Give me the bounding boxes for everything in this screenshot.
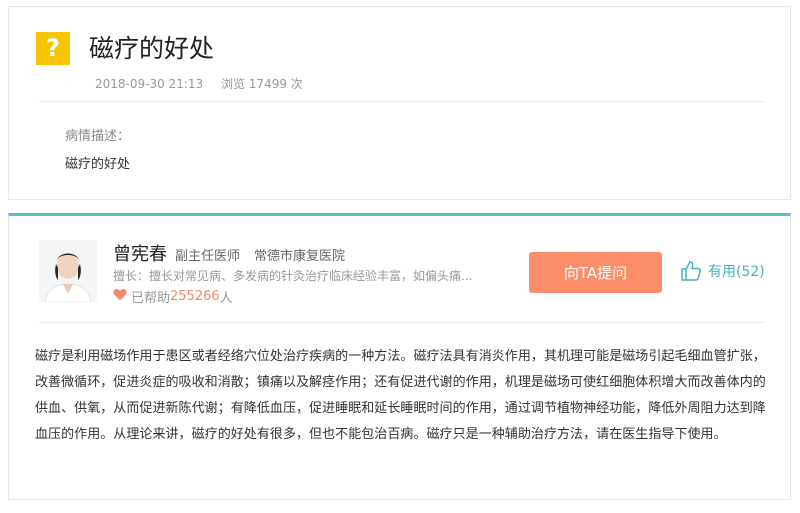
useful-button[interactable]: 有用(52) — [680, 260, 765, 282]
useful-label: 有用(52) — [708, 264, 765, 280]
description-label: 病情描述： — [65, 129, 131, 144]
question-title: 磁疗的好处 — [89, 34, 215, 63]
question-views: 浏览 17499 次 — [220, 77, 303, 91]
question-meta: 2018-09-30 21:13 浏览 17499 次 — [95, 75, 317, 92]
doctor-specialty: 擅长：擅长对常见病、多发病的针灸治疗临床经验丰富，如偏头痛... — [113, 269, 473, 283]
doctor-title: 副主任医师 — [175, 249, 241, 264]
ask-doctor-button[interactable]: 向TA提问 — [529, 252, 662, 293]
answer-card: 曾宪春 副主任医师 常德市康复医院 擅长：擅长对常见病、多发病的针灸治疗临床经验… — [8, 213, 791, 500]
helped-prefix: 已帮助 — [131, 291, 171, 306]
question-date: 2018-09-30 21:13 — [95, 77, 204, 91]
avatar-image — [39, 240, 97, 302]
doctor-name[interactable]: 曾宪春 — [113, 240, 167, 266]
answer-text: 磁疗是利用磁场作用于患区或者经络穴位处治疗疾病的一种方法。磁疗法具有消炎作用，其… — [35, 349, 766, 442]
heart-icon — [113, 288, 127, 305]
divider — [39, 322, 765, 323]
question-icon: ? — [36, 32, 70, 65]
helped-suffix: 人 — [219, 291, 233, 306]
doctor-hospital[interactable]: 常德市康复医院 — [254, 245, 345, 264]
doctor-avatar[interactable] — [39, 240, 97, 302]
helped-number: 255266 — [170, 289, 220, 304]
helped-count: 已帮助 255266 人 — [113, 287, 233, 306]
question-card: ? 磁疗的好处 2018-09-30 21:13 浏览 17499 次 病情描述… — [8, 6, 791, 200]
thumbs-up-icon — [681, 261, 702, 281]
divider — [39, 101, 765, 102]
description-text: 磁疗的好处 — [65, 157, 131, 172]
